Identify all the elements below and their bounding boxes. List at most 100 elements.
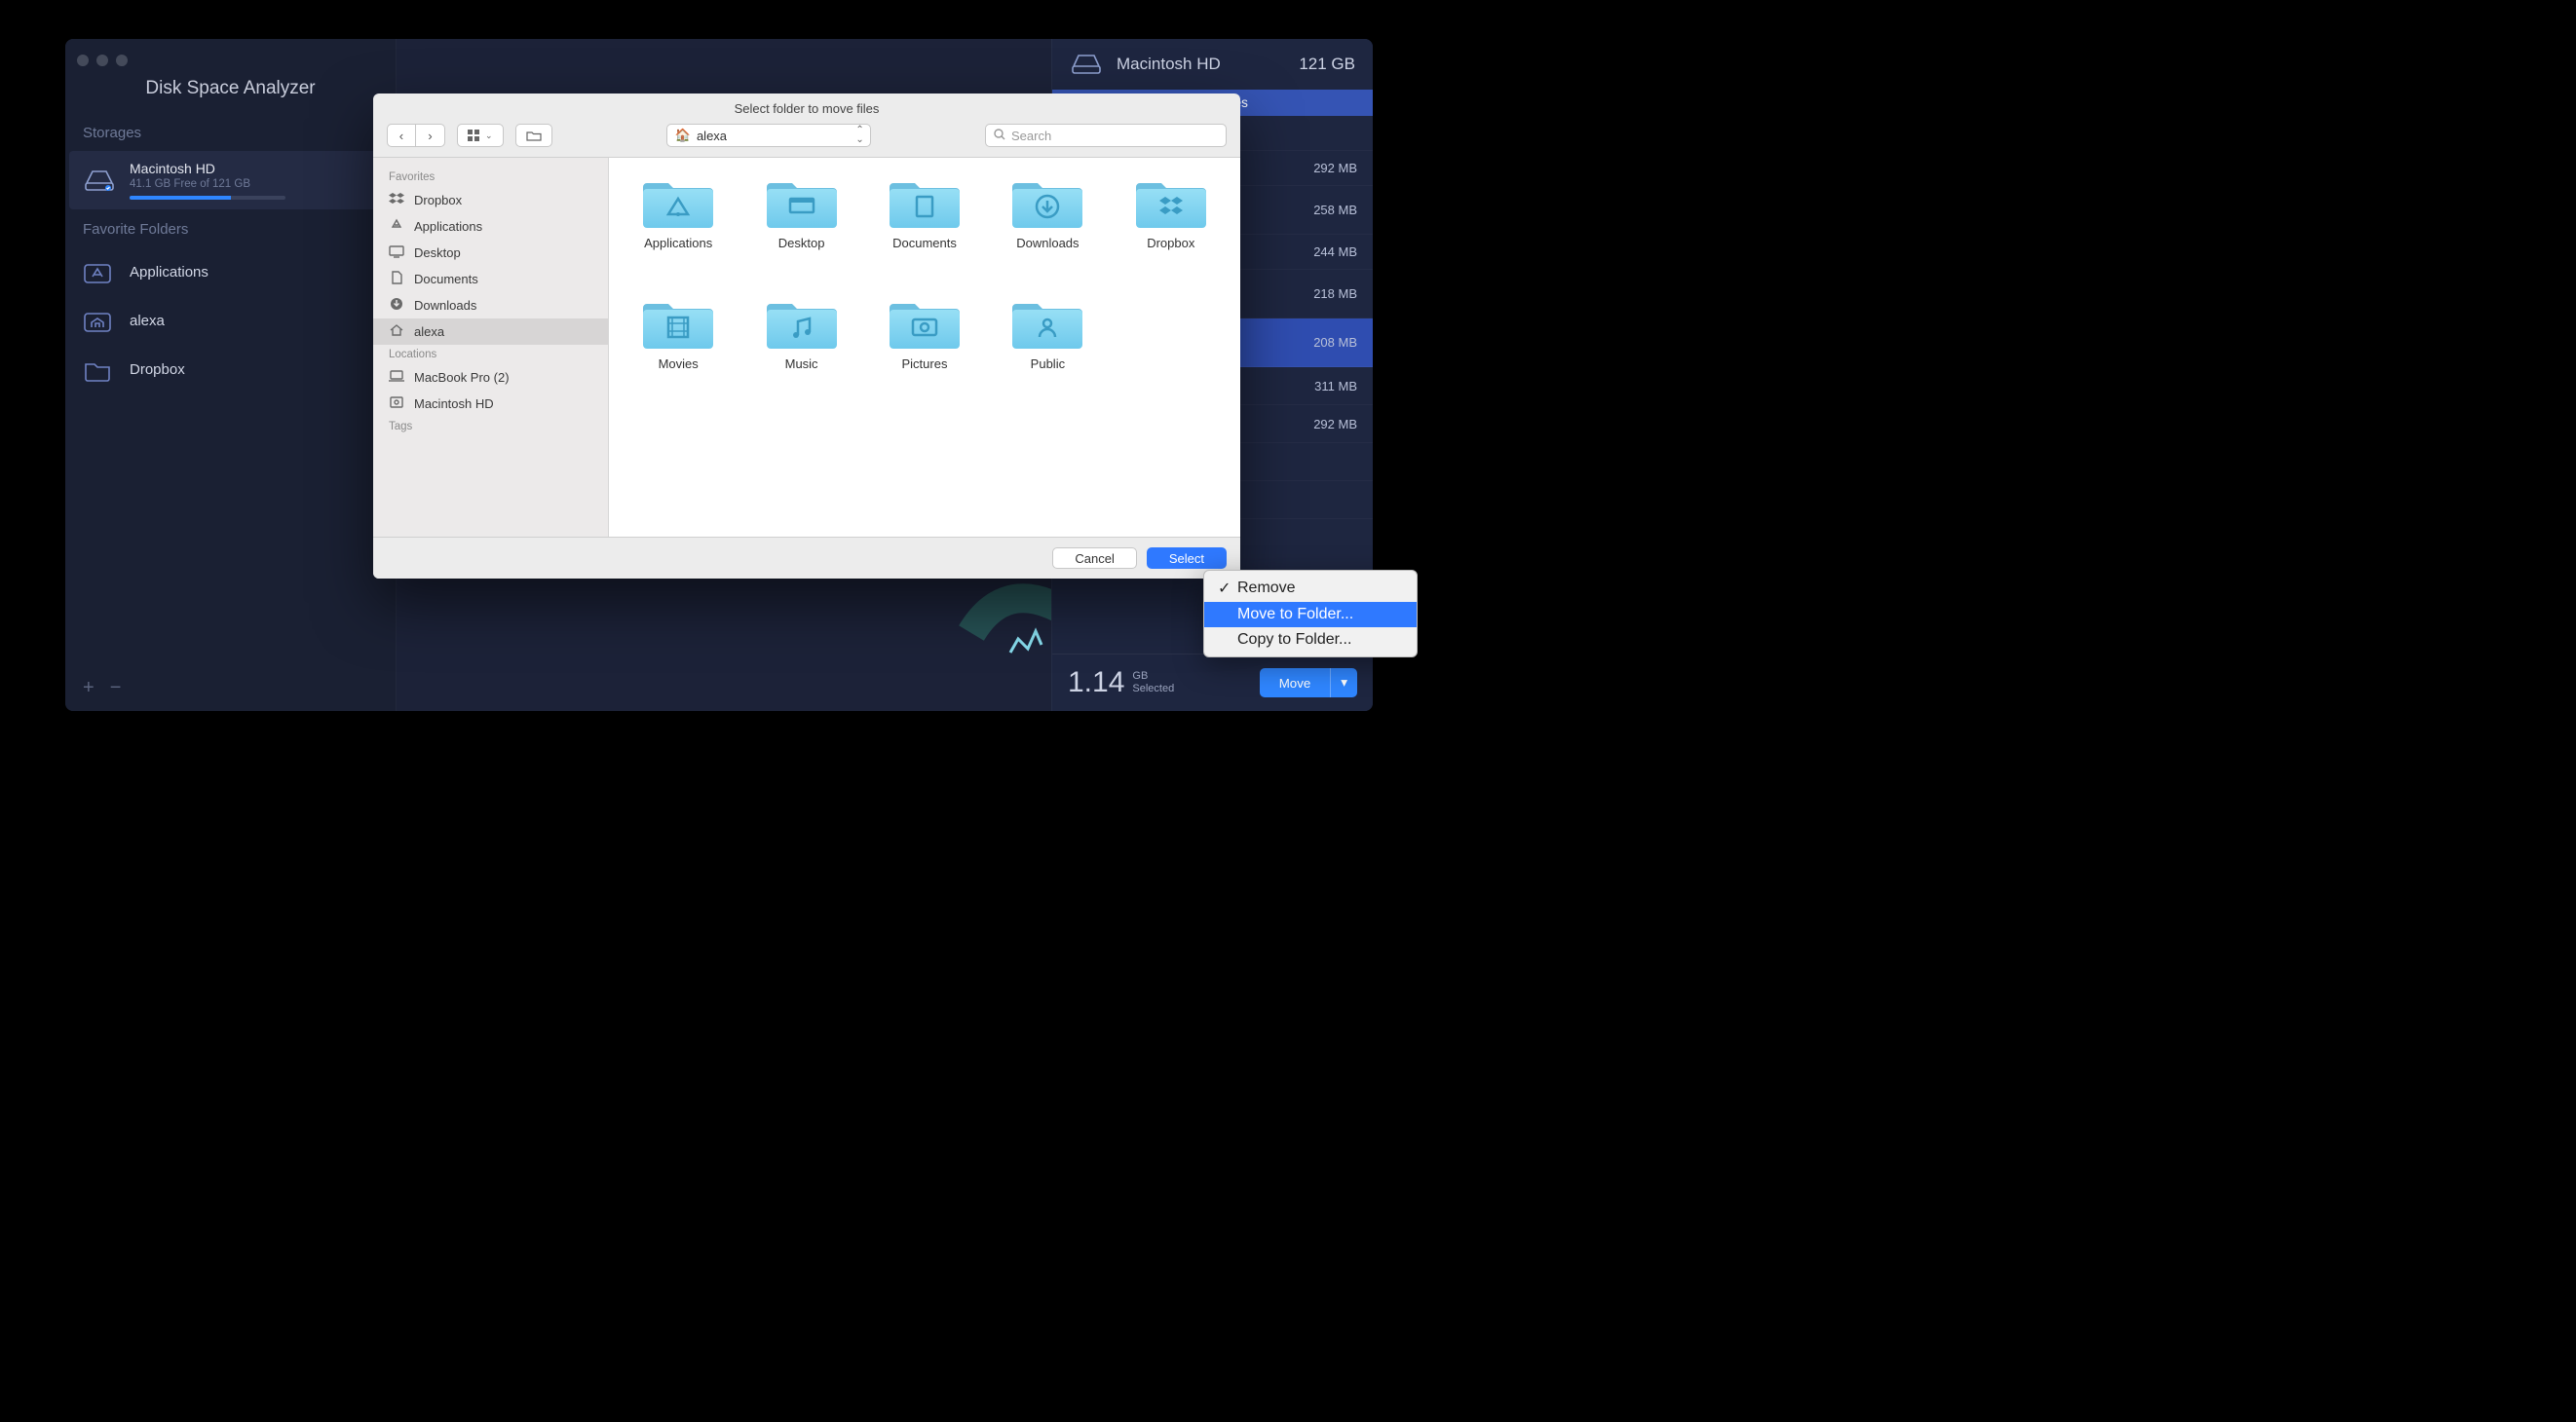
- path-label: alexa: [697, 129, 727, 143]
- nav-back-forward: ‹ ›: [387, 124, 445, 147]
- zoom-dot[interactable]: [116, 55, 128, 66]
- folder-item[interactable]: Downloads: [988, 175, 1107, 292]
- search-field[interactable]: Search: [985, 124, 1227, 147]
- home-icon: [83, 308, 112, 333]
- desktop-icon: [389, 244, 404, 261]
- favorite-label: Dropbox: [130, 361, 185, 378]
- favorites-header: Favorites: [373, 168, 608, 187]
- folder-item[interactable]: Music: [741, 296, 860, 413]
- storage-name: Macintosh HD: [130, 161, 285, 176]
- folder-icon: [1012, 296, 1082, 349]
- select-button[interactable]: Select: [1147, 547, 1227, 569]
- home-icon: [389, 323, 404, 340]
- favorite-label: Applications: [130, 264, 208, 281]
- selected-label: Selected: [1132, 683, 1174, 694]
- window-controls: [65, 47, 396, 74]
- folder-label: Pictures: [902, 356, 948, 371]
- file-size: 311 MB: [1314, 379, 1357, 393]
- folder-item[interactable]: Public: [988, 296, 1107, 413]
- minimize-dot[interactable]: [96, 55, 108, 66]
- remove-icon[interactable]: −: [110, 677, 122, 699]
- folder-item[interactable]: Desktop: [741, 175, 860, 292]
- left-sidebar: Disk Space Analyzer Storages Macintosh H…: [65, 39, 397, 711]
- file-size: 208 MB: [1313, 335, 1357, 350]
- storage-item[interactable]: Macintosh HD 41.1 GB Free of 121 GB: [69, 151, 392, 209]
- finder-sidebar-label: Documents: [414, 272, 478, 286]
- finder-sidebar-label: Dropbox: [414, 193, 462, 207]
- move-button-label: Move: [1260, 668, 1331, 697]
- file-size: 258 MB: [1313, 203, 1357, 217]
- context-menu-label: Copy to Folder...: [1237, 631, 1351, 649]
- context-menu-item[interactable]: Copy to Folder...: [1204, 627, 1417, 653]
- finder-sidebar-item[interactable]: Applications: [373, 213, 608, 240]
- finder-sidebar-item[interactable]: MacBook Pro (2): [373, 364, 608, 391]
- add-icon[interactable]: +: [83, 677, 95, 699]
- context-menu-item[interactable]: Move to Folder...: [1204, 602, 1417, 627]
- downloads-icon: [389, 297, 404, 314]
- finder-sidebar-item[interactable]: Downloads: [373, 292, 608, 318]
- folder-label: Music: [785, 356, 818, 371]
- favorites-label: Favorite Folders: [65, 209, 396, 247]
- file-size: 218 MB: [1313, 286, 1357, 301]
- selected-size-number: 1.14: [1068, 666, 1124, 699]
- search-placeholder: Search: [1011, 129, 1051, 143]
- finder-sidebar-item[interactable]: Desktop: [373, 240, 608, 266]
- file-size: 292 MB: [1313, 161, 1357, 175]
- sidebar-tools: + −: [65, 665, 396, 711]
- folder-label: Documents: [892, 236, 957, 250]
- file-size: 292 MB: [1313, 417, 1357, 431]
- folder-label: Desktop: [778, 236, 825, 250]
- file-size: 244 MB: [1313, 244, 1357, 259]
- dropbox-icon: [389, 192, 404, 208]
- finder-sidebar-item[interactable]: Dropbox: [373, 187, 608, 213]
- move-button[interactable]: Move ▾: [1260, 668, 1357, 697]
- tags-header: Tags: [373, 417, 608, 436]
- finder-sidebar-item[interactable]: Documents: [373, 266, 608, 292]
- chevron-updown-icon: ⌃⌄: [855, 126, 863, 145]
- favorite-item[interactable]: alexa: [65, 296, 396, 345]
- folder-item[interactable]: Movies: [619, 296, 738, 413]
- close-dot[interactable]: [77, 55, 89, 66]
- favorite-item[interactable]: Dropbox: [65, 345, 396, 393]
- dialog-title: Select folder to move files: [373, 94, 1240, 120]
- storage-bar: [130, 196, 285, 200]
- folder-icon: [83, 356, 112, 382]
- back-button[interactable]: ‹: [387, 124, 416, 147]
- folder-icon: [1136, 175, 1206, 228]
- finder-sidebar-item[interactable]: Macintosh HD: [373, 391, 608, 417]
- disk-icon: [83, 168, 116, 193]
- folder-item[interactable]: Applications: [619, 175, 738, 292]
- folder-picker-dialog: Select folder to move files ‹ › ⌄ 🏠 alex…: [373, 94, 1240, 579]
- folder-icon: [767, 175, 837, 228]
- dialog-footer: Cancel Select: [373, 537, 1240, 579]
- folder-item[interactable]: Pictures: [865, 296, 984, 413]
- finder-sidebar-label: MacBook Pro (2): [414, 370, 510, 385]
- view-mode-button[interactable]: ⌄: [457, 124, 504, 147]
- folder-item[interactable]: Documents: [865, 175, 984, 292]
- context-menu-label: Move to Folder...: [1237, 606, 1353, 623]
- finder-sidebar-label: Applications: [414, 219, 482, 234]
- dialog-toolbar: ‹ › ⌄ 🏠 alexa ⌃⌄ Search: [373, 120, 1240, 158]
- selected-size-unit: GB: [1132, 670, 1148, 682]
- favorite-label: alexa: [130, 313, 165, 329]
- folder-item[interactable]: Dropbox: [1112, 175, 1231, 292]
- app-title: Disk Space Analyzer: [65, 74, 396, 113]
- right-footer: 1.14 GB Selected Move ▾: [1052, 654, 1373, 711]
- folder-icon: [643, 175, 713, 228]
- context-menu-item[interactable]: ✓Remove: [1204, 575, 1417, 602]
- storage-sub: 41.1 GB Free of 121 GB: [130, 178, 285, 190]
- laptop-icon: [389, 369, 404, 386]
- favorite-item[interactable]: Applications: [65, 247, 396, 296]
- move-button-caret-icon[interactable]: ▾: [1330, 668, 1357, 697]
- context-menu-label: Remove: [1237, 580, 1296, 597]
- new-folder-button[interactable]: [515, 124, 552, 147]
- finder-sidebar-item[interactable]: alexa: [373, 318, 608, 345]
- finder-sidebar-label: alexa: [414, 324, 444, 339]
- cancel-button[interactable]: Cancel: [1052, 547, 1136, 569]
- path-dropdown[interactable]: 🏠 alexa ⌃⌄: [666, 124, 871, 147]
- apps-icon: [389, 218, 404, 235]
- folder-label: Dropbox: [1147, 236, 1194, 250]
- folder-label: Applications: [644, 236, 712, 250]
- folder-icon: [890, 296, 960, 349]
- forward-button[interactable]: ›: [416, 124, 445, 147]
